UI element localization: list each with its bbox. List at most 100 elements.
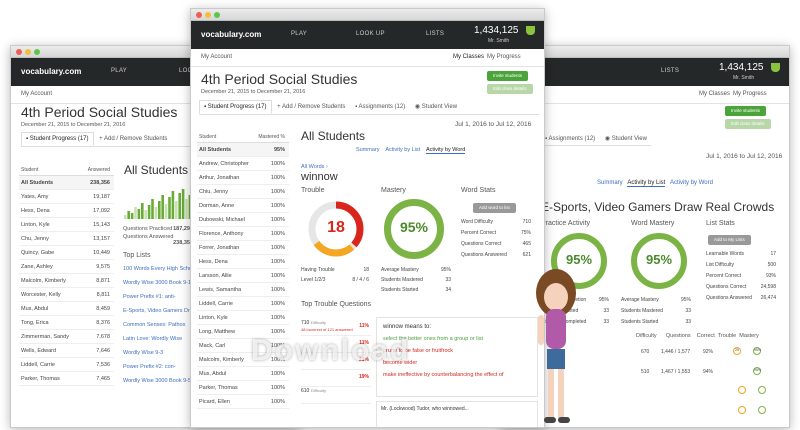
word-title: winnow: [301, 171, 338, 183]
view-by-word[interactable]: Activity by Word: [670, 180, 713, 186]
top-list-link[interactable]: Common Senses: Pathos: [123, 322, 195, 336]
roster-row[interactable]: Liddell, Carrie 7,536: [19, 358, 114, 372]
add-word-button[interactable]: Add word to list: [473, 203, 516, 213]
tab-student-progress[interactable]: ▪ Student Progress (17): [21, 132, 94, 146]
roster-all-row[interactable]: All Students 95%: [197, 143, 289, 157]
roster-row[interactable]: Arthur, Jonathan 100%: [197, 171, 289, 185]
date-range[interactable]: Jul 1, 2016 to Jul 12, 2016: [455, 121, 531, 128]
trophy-icon[interactable]: [526, 26, 535, 35]
trouble-question-row[interactable]: 19%: [301, 370, 371, 387]
roster-row[interactable]: Worcester, Kelly 8,811: [19, 288, 114, 302]
roster-row[interactable]: Mus, Abdul 100%: [197, 367, 289, 381]
trouble-heading: Trouble: [301, 187, 325, 194]
tab-student-view[interactable]: ◉ Student View: [411, 100, 461, 113]
tab-add-remove[interactable]: + Add / Remove Students: [273, 101, 349, 113]
minimize-dot[interactable]: [25, 49, 31, 55]
logo[interactable]: vocabulary.com: [201, 30, 261, 39]
roster-row[interactable]: Hess, Dena 17,092: [19, 204, 114, 218]
nav-lists[interactable]: LISTS: [661, 68, 679, 74]
close-dot[interactable]: [16, 49, 22, 55]
tab-assignments[interactable]: ▪ Assignments (12): [351, 101, 409, 113]
date-range[interactable]: Jul 1, 2016 to Jul 12, 2016: [706, 153, 782, 160]
word-row[interactable]: 670 1,446 / 1,577 92% 25 95%: [641, 347, 781, 358]
roster-row[interactable]: Wells, Edward 7,646: [19, 344, 114, 358]
roster-row[interactable]: Linton, Kyle 100%: [197, 311, 289, 325]
edit-class-button[interactable]: Edit class details: [725, 119, 771, 129]
roster-row[interactable]: Mus, Abdul 8,459: [19, 302, 114, 316]
roster-row[interactable]: Parker, Thomas 7,465: [19, 372, 114, 386]
roster-row[interactable]: Larsson, Allie 100%: [197, 269, 289, 283]
top-list-link[interactable]: E-Sports, Video Gamers Draw Real Crowds: [123, 308, 195, 322]
user-name[interactable]: Mr. Smith: [733, 75, 754, 81]
add-to-my-lists-button[interactable]: Add to My Lists: [708, 235, 751, 245]
breadcrumb: All Words ›: [301, 164, 328, 170]
roster-row[interactable]: Zane, Ashley 9,575: [19, 260, 114, 274]
roster-row[interactable]: Andrew, Christopher 100%: [197, 157, 289, 171]
view-by-word[interactable]: Activity by Word: [426, 147, 466, 154]
close-dot[interactable]: [196, 12, 202, 18]
nav-play[interactable]: PLAY: [291, 31, 307, 37]
word-row[interactable]: 510 1,467 / 1,553 94% 95%: [641, 367, 781, 378]
logo[interactable]: vocabulary.com: [21, 67, 81, 76]
view-summary[interactable]: Summary: [356, 147, 380, 153]
roster-row[interactable]: Liddell, Carrie 100%: [197, 297, 289, 311]
roster-row[interactable]: Florence, Anthony 100%: [197, 227, 289, 241]
view-summary[interactable]: Summary: [597, 180, 623, 186]
roster-row[interactable]: Lewis, Samantha 100%: [197, 283, 289, 297]
roster-row[interactable]: Chu, Jenny 13,157: [19, 232, 114, 246]
my-account-link[interactable]: My Account: [201, 54, 232, 60]
student-name: Worcester, Kelly: [21, 292, 61, 298]
roster-row[interactable]: Linton, Kyle 15,143: [19, 218, 114, 232]
zoom-dot[interactable]: [34, 49, 40, 55]
roster-row[interactable]: Picard, Ellen 100%: [197, 395, 289, 409]
roster-row[interactable]: Chiu, Jenny 100%: [197, 185, 289, 199]
roster-row[interactable]: Malcolm, Kimberly 8,871: [19, 274, 114, 288]
roster-row[interactable]: Hess, Dena 100%: [197, 255, 289, 269]
view-by-list[interactable]: Activity by List: [385, 147, 420, 153]
student-name: Malcolm, Kimberly: [199, 357, 244, 363]
top-list-link[interactable]: Wordly Wise 9-3: [123, 350, 195, 364]
my-classes-link[interactable]: My Classes: [453, 54, 484, 60]
student-name: Linton, Kyle: [21, 222, 50, 228]
tab-add-remove[interactable]: + Add / Remove Students: [95, 133, 171, 145]
my-progress-link[interactable]: My Progress: [487, 54, 521, 60]
roster-row[interactable]: Zimmerman, Sandy 7,678: [19, 330, 114, 344]
roster-row[interactable]: Tong, Erica 8,376: [19, 316, 114, 330]
roster-row[interactable]: Dorman, Anne 100%: [197, 199, 289, 213]
roster-row[interactable]: Quincy, Gabe 10,449: [19, 246, 114, 260]
student-name: Andrew, Christopher: [199, 161, 249, 167]
invite-students-button[interactable]: Invite students: [487, 71, 529, 81]
tab-assignments[interactable]: ▪ Assignments (12): [541, 133, 599, 145]
top-list-link[interactable]: Power Prefix #2: con-: [123, 364, 195, 378]
top-list-link[interactable]: Power Prefix #1: anti-: [123, 294, 195, 308]
trophy-icon[interactable]: [771, 63, 780, 72]
nav-lists[interactable]: LISTS: [426, 31, 444, 37]
trouble-question-row[interactable]: 610 Difficulty: [301, 387, 371, 404]
class-tabs: ▪ Assignments (12) ◉ Student View: [541, 132, 651, 146]
roster-row[interactable]: Parker, Thomas 100%: [197, 381, 289, 395]
roster-row[interactable]: Dubowski, Michael 100%: [197, 213, 289, 227]
my-account-link[interactable]: My Account: [21, 91, 52, 97]
students-mastered: Students Mastered 33: [381, 277, 451, 283]
top-list-link[interactable]: 100 Words Every High School Freshman Sho…: [123, 266, 195, 280]
all-words-link[interactable]: All Words: [301, 164, 324, 170]
invite-students-button[interactable]: Invite students: [725, 106, 767, 116]
roster-row[interactable]: Forrer, Jonathan 100%: [197, 241, 289, 255]
user-name[interactable]: Mr. Smith: [488, 38, 509, 44]
window-front: vocabulary.com PLAY LOOK UP LISTS 1,434,…: [190, 8, 545, 428]
nav-play[interactable]: PLAY: [111, 68, 127, 74]
top-list-link[interactable]: Latin Love: Wordly Wise: [123, 336, 195, 350]
view-by-list[interactable]: Activity by List: [627, 180, 666, 187]
nav-lookup[interactable]: LOOK UP: [356, 31, 385, 37]
roster-row[interactable]: Yates, Amy 19,187: [19, 190, 114, 204]
top-list-link[interactable]: Wordly Wise 3000 Book 9-1: [123, 280, 195, 294]
top-list-link[interactable]: Wordly Wise 3000 Book 9-5: [123, 378, 195, 392]
my-progress-link[interactable]: My Progress: [733, 91, 767, 97]
my-classes-link[interactable]: My Classes: [699, 91, 730, 97]
zoom-dot[interactable]: [214, 12, 220, 18]
tab-student-progress[interactable]: ▪ Student Progress (17): [199, 100, 272, 114]
tab-student-view[interactable]: ◉ Student View: [601, 132, 651, 145]
roster-all-row[interactable]: All Students 238,356: [19, 176, 114, 190]
minimize-dot[interactable]: [205, 12, 211, 18]
edit-class-button[interactable]: Edit class details: [487, 84, 533, 94]
